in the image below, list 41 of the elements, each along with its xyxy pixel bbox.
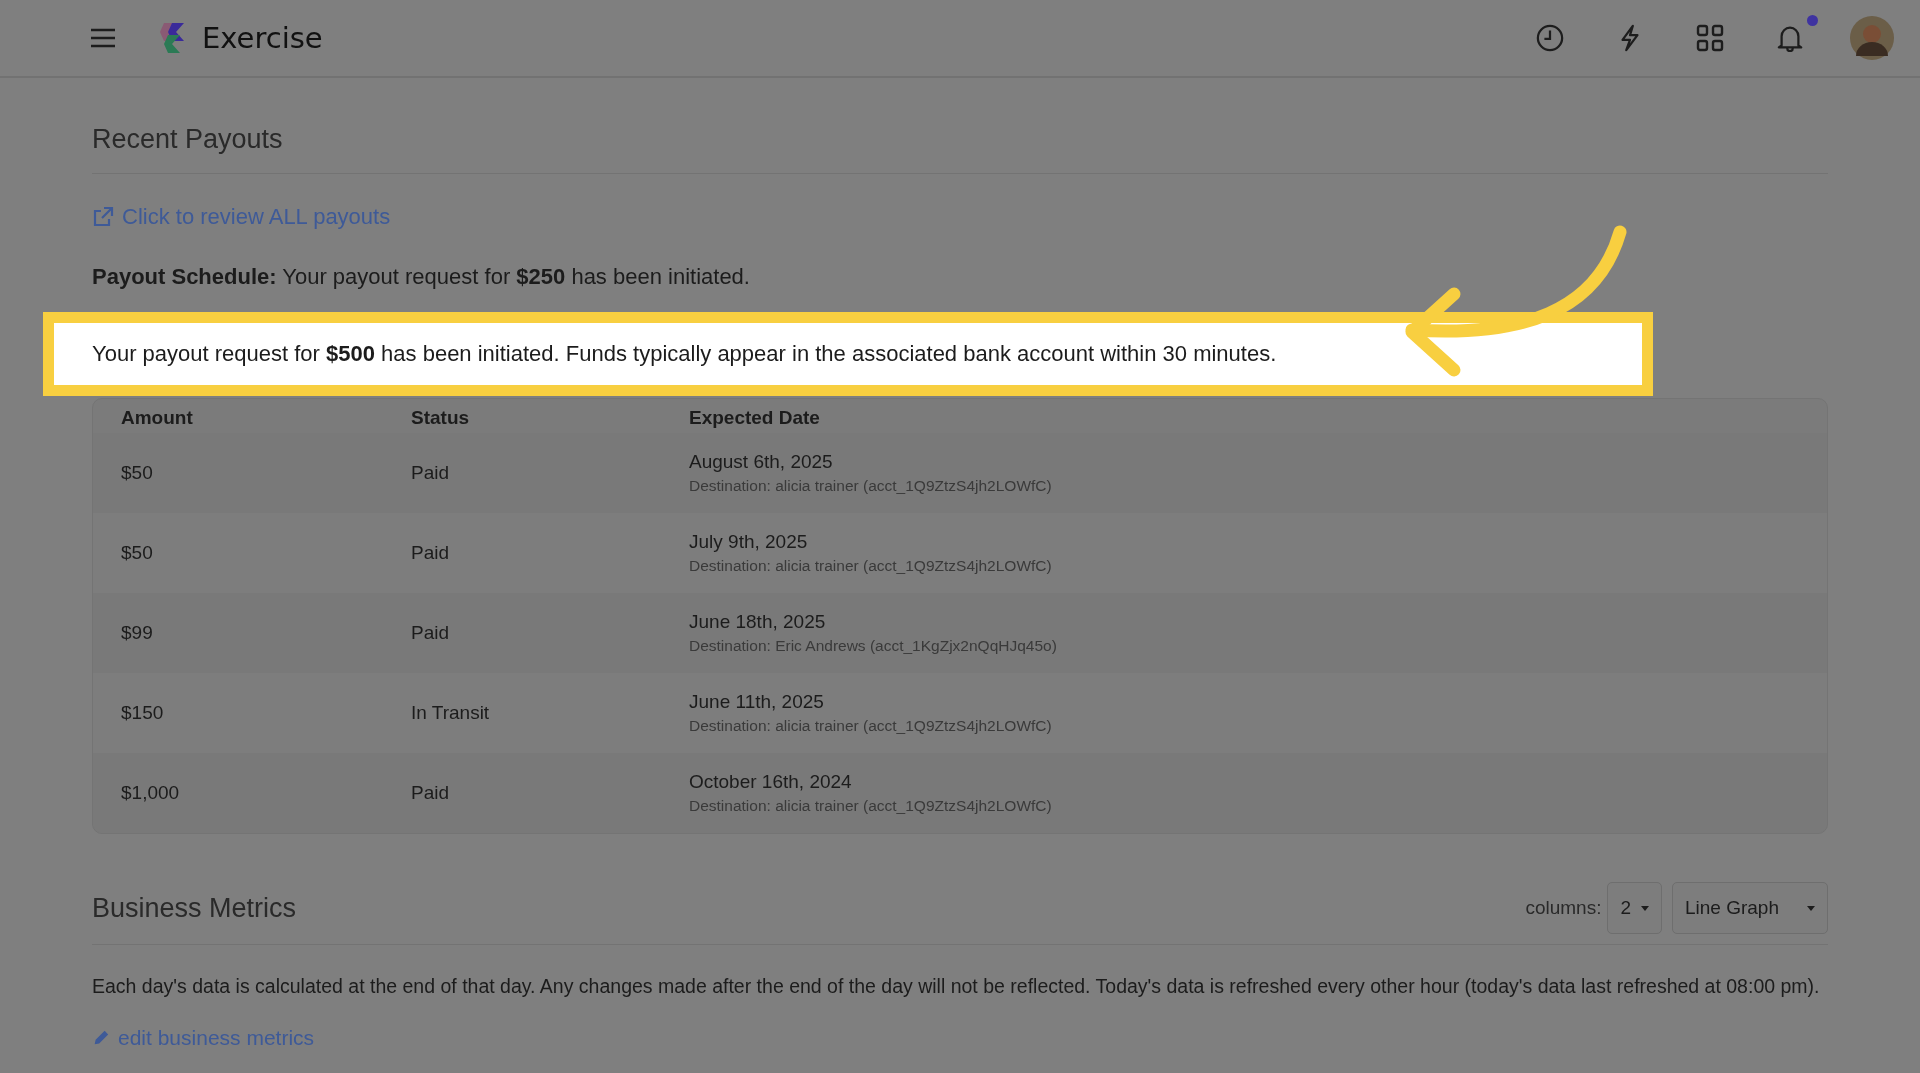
payout-schedule-text: Payout Schedule: Your payout request for $250 has been initiated.	[92, 264, 751, 290]
section-title: Recent Payouts	[92, 124, 284, 155]
status-cell-text: Paid	[411, 622, 451, 644]
date-cell-text: July 9th, 2025	[689, 531, 809, 553]
apps-grid-icon[interactable]	[1696, 24, 1724, 52]
amount-cell-text: $99	[121, 622, 154, 644]
caret-icon	[1807, 905, 1815, 911]
column-header: Amount	[121, 407, 194, 429]
metrics-description: Each day's data is calculated at the end of that day. Any changes made after the end of the day will not be reflected. Today's data is refreshed every other hour (today's data last refreshed at 08:00 pm).	[92, 975, 1821, 998]
avatar[interactable]	[1850, 16, 1894, 60]
view-dropdown[interactable]: Line Graph	[1672, 882, 1828, 934]
amount-cell-text: $150	[121, 702, 165, 724]
destination-text: Destination: alicia trainer (acct_1Q9ZtzS4jh2LOWfC)	[689, 797, 1053, 815]
notice-text: Your payout request for $500 has been initiated. Funds typically appear in the associated bank account within 30 minutes.	[92, 341, 1277, 366]
destination-text: Destination: alicia trainer (acct_1Q9ZtzS4jh2LOWfC)	[689, 717, 1053, 735]
status-cell-text: Paid	[411, 542, 451, 564]
columns-dropdown[interactable]: 2	[1607, 882, 1662, 934]
column-header: Expected Date	[689, 407, 821, 429]
bell-icon[interactable]	[1776, 24, 1804, 52]
external-link-icon	[92, 206, 114, 228]
amount-cell-text: $50	[121, 542, 154, 564]
app-name: Exercise	[202, 21, 323, 55]
pencil-icon	[92, 1029, 110, 1047]
date-cell-text: August 6th, 2025	[689, 451, 834, 473]
date-cell-text: June 18th, 2025	[689, 611, 827, 633]
destination-text: Destination: alicia trainer (acct_1Q9ZtzS4jh2LOWfC)	[689, 477, 1053, 495]
amount-cell-text: $1,000	[121, 782, 181, 804]
menu-icon[interactable]	[90, 28, 116, 48]
status-cell-text: Paid	[411, 462, 451, 484]
status-cell-text: Paid	[411, 782, 451, 804]
destination-text: Destination: Eric Andrews (acct_1KgZjx2nQqHJq45o)	[689, 637, 1058, 655]
section-title: Business Metrics	[92, 892, 297, 924]
destination-text: Destination: alicia trainer (acct_1Q9ZtzS4jh2LOWfC)	[689, 557, 1053, 575]
caret-icon	[1641, 905, 1649, 911]
columns-label: columns:	[1525, 897, 1602, 919]
date-cell-text: June 11th, 2025	[689, 691, 825, 713]
date-cell-text: October 16th, 2024	[689, 771, 853, 793]
clock-icon[interactable]	[1536, 24, 1564, 52]
status-cell-text: In Transit	[411, 702, 491, 724]
column-header: Status	[411, 407, 471, 429]
amount-cell-text: $50	[121, 462, 154, 484]
